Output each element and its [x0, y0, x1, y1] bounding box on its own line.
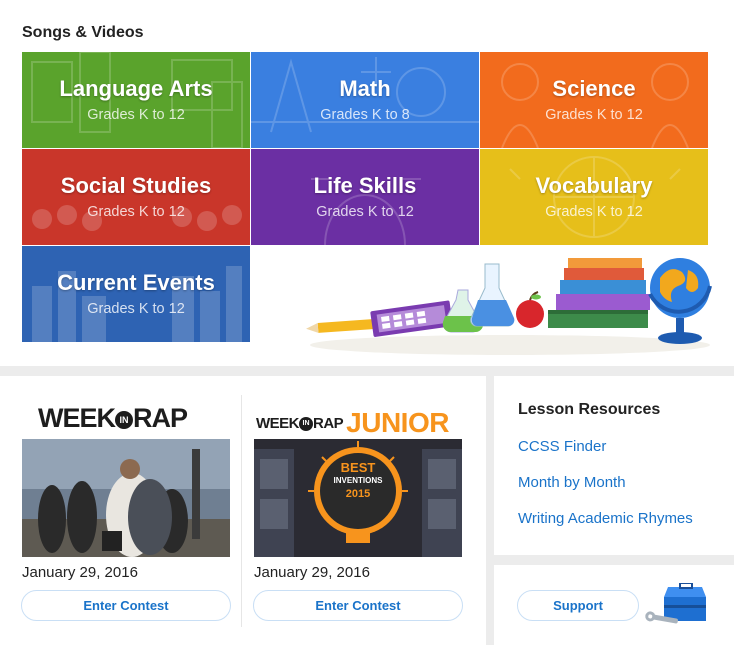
link-month-by-month[interactable]: Month by Month — [518, 474, 626, 491]
tile-social-studies[interactable]: Social Studies Grades K to 12 — [22, 149, 250, 245]
lesson-resources-title: Lesson Resources — [518, 401, 661, 418]
tile-science[interactable]: Science Grades K to 12 — [480, 52, 708, 148]
link-ccss-finder[interactable]: CCSS Finder — [518, 438, 606, 455]
logo-text: RAP — [313, 415, 344, 432]
logo-in-badge: IN — [299, 417, 313, 432]
logo-junior-text: JUNIOR — [346, 407, 449, 438]
section-title: Songs & Videos — [22, 24, 144, 41]
week-in-rap-junior-thumbnail[interactable]: BEST INVENTIONS 2015 — [254, 439, 462, 557]
tile-title: Vocabulary — [535, 173, 653, 198]
badge-year-text: 2015 — [345, 488, 371, 501]
tile-grades: Grades K to 12 — [316, 204, 414, 220]
tile-grades: Grades K to 12 — [545, 204, 643, 220]
tile-grades: Grades K to 12 — [87, 301, 185, 317]
week-in-rap-thumbnail[interactable] — [22, 439, 230, 557]
card-divider — [241, 395, 242, 627]
tile-math[interactable]: Math Grades K to 8 — [251, 52, 479, 148]
badge-word-text: INVENTIONS — [333, 476, 383, 486]
enter-contest-junior-button[interactable]: Enter Contest — [253, 590, 463, 621]
logo-text: WEEK — [256, 415, 300, 432]
logo-text: WEEK — [38, 403, 116, 433]
week-in-rap-date: January 29, 2016 — [22, 564, 138, 581]
tile-title: Current Events — [57, 270, 215, 295]
tile-title: Math — [339, 76, 391, 101]
toolbox-icon — [645, 583, 706, 624]
tile-grades: Grades K to 12 — [87, 107, 185, 123]
tile-title: Science — [552, 76, 636, 101]
songs-videos-section: Songs & Videos Language Arts Grades K to… — [0, 0, 734, 366]
tile-grades: Grades K to 12 — [545, 107, 643, 123]
week-in-rap-junior-date: January 29, 2016 — [254, 564, 370, 581]
tile-language-arts[interactable]: Language Arts Grades K to 12 — [22, 52, 250, 148]
tile-title: Language Arts — [59, 76, 213, 101]
support-button[interactable]: Support — [517, 590, 639, 621]
school-supplies-illustration — [306, 258, 712, 355]
tile-title: Life Skills — [313, 173, 417, 198]
tile-grades: Grades K to 8 — [320, 107, 410, 123]
logo-text: RAP — [133, 403, 188, 433]
tile-life-skills[interactable]: Life Skills Grades K to 12 — [251, 149, 479, 245]
tile-title: Social Studies — [60, 173, 212, 198]
logo-in-badge: IN — [115, 410, 133, 429]
tile-vocabulary[interactable]: Vocabulary Grades K to 12 — [480, 149, 708, 245]
best-inventions-badge: BEST INVENTIONS 2015 — [320, 460, 396, 501]
enter-contest-button[interactable]: Enter Contest — [21, 590, 231, 621]
badge-best-text: BEST — [340, 460, 376, 475]
link-writing-academic-rhymes[interactable]: Writing Academic Rhymes — [518, 510, 693, 527]
tile-grades: Grades K to 12 — [87, 204, 185, 220]
week-in-rap-junior-logo[interactable]: WEEK IN RAP JUNIOR — [256, 407, 449, 439]
tile-current-events[interactable]: Current Events Grades K to 12 — [22, 246, 250, 342]
week-in-rap-logo[interactable]: WEEK IN RAP — [38, 403, 188, 434]
